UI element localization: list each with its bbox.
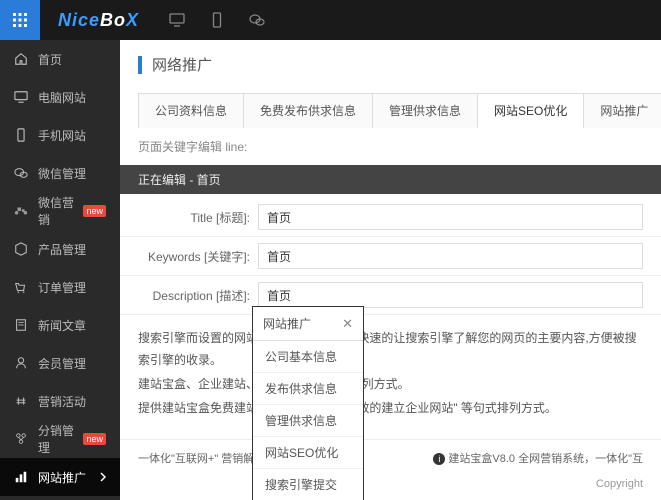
nav-icon: [14, 52, 28, 66]
nav-icon: [14, 242, 28, 256]
mobile-icon-button[interactable]: [197, 0, 237, 40]
page-header: 网络推广: [120, 40, 661, 85]
chat-icon-button[interactable]: [237, 0, 277, 40]
seo-form: Title [标题]: Keywords [关键字]: Description …: [120, 194, 661, 319]
title-accent-bar: [138, 56, 142, 74]
popup-item-4[interactable]: 搜索引擎提交: [253, 469, 363, 500]
title-label: Title [标题]:: [138, 209, 258, 226]
sidebar-item-12[interactable]: 功能系统: [0, 496, 120, 500]
nav-label: 电脑网站: [38, 89, 86, 106]
new-badge: new: [83, 433, 106, 445]
tab-4[interactable]: 网站推广: [583, 93, 661, 128]
title-input[interactable]: [258, 204, 643, 230]
sidebar-item-2[interactable]: 手机网站: [0, 116, 120, 154]
form-row-description: Description [描述]:: [120, 276, 661, 315]
popup-item-2[interactable]: 管理供求信息: [253, 405, 363, 437]
breadcrumb: 页面关键字编辑 line:: [120, 128, 661, 165]
hint-line: 提供建站宝盒免费建站服务,帮助您快速高效的建立企业网站" 等句式排列方式。: [138, 397, 643, 419]
hint-line: 建站宝盒、企业建站、免费建站" 等词组排列方式。: [138, 373, 643, 395]
popup-item-0[interactable]: 公司基本信息: [253, 341, 363, 373]
page-title: 网络推广: [152, 54, 212, 75]
sidebar: 首页电脑网站手机网站微信管理微信营销 new 产品管理订单管理新闻文章会员管理营销活…: [0, 40, 120, 500]
nav-icon: [14, 356, 28, 370]
new-badge: new: [83, 205, 106, 217]
info-icon: i: [433, 453, 445, 465]
nav-label: 营销活动: [38, 393, 86, 410]
sidebar-item-6[interactable]: 订单管理: [0, 268, 120, 306]
nav-label: 网站推广: [38, 469, 86, 486]
sidebar-item-9[interactable]: 营销活动: [0, 382, 120, 420]
desktop-icon: [169, 12, 185, 28]
nav-icon: [14, 128, 28, 142]
hint-line: 搜索引擎而设置的网站关键内容,可以方便快速的让搜索引擎了解您的网页的主要内容,方…: [138, 327, 643, 371]
sidebar-item-8[interactable]: 会员管理: [0, 344, 120, 382]
keywords-input[interactable]: [258, 243, 643, 269]
submenu-popup: 网站推广 ✕ 公司基本信息发布供求信息管理供求信息网站SEO优化搜索引擎提交付费…: [252, 306, 364, 500]
tab-1[interactable]: 免费发布供求信息: [243, 93, 373, 128]
nav-label: 新闻文章: [38, 317, 86, 334]
nav-icon: [14, 432, 28, 446]
tabs: 公司资料信息免费发布供求信息管理供求信息网站SEO优化网站推广搜索引擎提交: [138, 93, 643, 128]
footer-right: i建站宝盒V8.0 全网营销系统，一体化"互: [433, 450, 643, 466]
hints: 搜索引擎而设置的网站关键内容,可以方便快速的让搜索引擎了解您的网页的主要内容,方…: [120, 319, 661, 429]
chevron-right-icon: [100, 472, 106, 482]
desktop-icon-button[interactable]: [157, 0, 197, 40]
form-row-keywords: Keywords [关键字]:: [120, 237, 661, 276]
nav-icon: [14, 204, 28, 218]
nav-icon: [14, 280, 28, 294]
mobile-icon: [209, 12, 225, 28]
tab-0[interactable]: 公司资料信息: [138, 93, 244, 128]
popup-title: 网站推广: [263, 315, 311, 332]
sidebar-item-0[interactable]: 首页: [0, 40, 120, 78]
chat-icon: [249, 12, 265, 28]
popup-header: 网站推广 ✕: [253, 307, 363, 341]
popup-close-button[interactable]: ✕: [342, 316, 353, 332]
sidebar-item-1[interactable]: 电脑网站: [0, 78, 120, 116]
nav-label: 会员管理: [38, 355, 86, 372]
nav-label: 手机网站: [38, 127, 86, 144]
nav-icon: [14, 318, 28, 332]
sidebar-item-4[interactable]: 微信营销 new: [0, 192, 120, 230]
nav-label: 微信管理: [38, 165, 86, 182]
copyright: Copyright: [120, 476, 661, 492]
keywords-label: Keywords [关键字]:: [138, 248, 258, 265]
popup-item-1[interactable]: 发布供求信息: [253, 373, 363, 405]
nav-icon: [14, 470, 28, 484]
grid-icon: [12, 12, 28, 28]
sidebar-item-7[interactable]: 新闻文章: [0, 306, 120, 344]
nav-icon: [14, 394, 28, 408]
logo: NiceBoX: [40, 10, 157, 31]
nav-icon: [14, 90, 28, 104]
sidebar-item-11[interactable]: 网站推广: [0, 458, 120, 496]
footer-line: 一体化"互联网+" 营销解决方案 i建站宝盒V8.0 全网营销系统，一体化"互: [120, 439, 661, 476]
topbar: NiceBoX: [0, 0, 661, 40]
sidebar-item-5[interactable]: 产品管理: [0, 230, 120, 268]
nav-label: 微信营销: [38, 194, 79, 228]
app-menu-button[interactable]: [0, 0, 40, 40]
nav-label: 分销管理: [38, 422, 79, 456]
description-input[interactable]: [258, 282, 643, 308]
nav-icon: [14, 166, 28, 180]
nav-label: 首页: [38, 51, 62, 68]
sidebar-item-10[interactable]: 分销管理 new: [0, 420, 120, 458]
popup-item-3[interactable]: 网站SEO优化: [253, 437, 363, 469]
description-label: Description [描述]:: [138, 287, 258, 304]
sidebar-item-3[interactable]: 微信管理: [0, 154, 120, 192]
form-row-title: Title [标题]:: [120, 198, 661, 237]
main-content: 网络推广 公司资料信息免费发布供求信息管理供求信息网站SEO优化网站推广搜索引擎…: [120, 40, 661, 500]
nav-label: 产品管理: [38, 241, 86, 258]
tab-2[interactable]: 管理供求信息: [372, 93, 478, 128]
tab-3[interactable]: 网站SEO优化: [477, 93, 584, 128]
nav-label: 订单管理: [38, 279, 86, 296]
editing-banner: 正在编辑 - 首页: [120, 165, 661, 194]
